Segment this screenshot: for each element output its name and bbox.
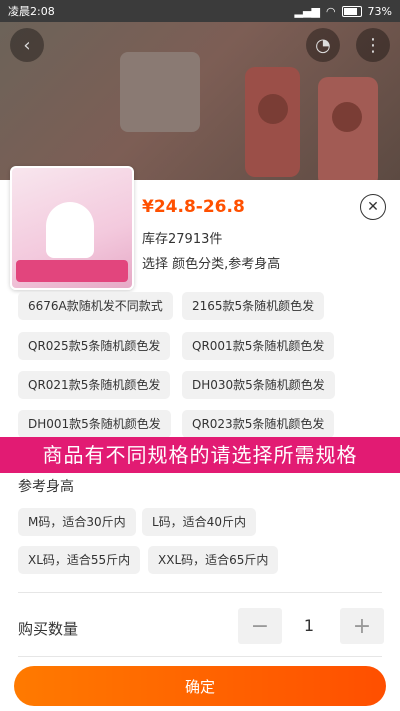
size-section-title: 参考身高 bbox=[18, 479, 74, 495]
back-button[interactable]: ‹ bbox=[10, 28, 44, 62]
battery-percent: 73% bbox=[367, 4, 392, 18]
color-option[interactable]: QR025款5条随机颜色发 bbox=[18, 332, 171, 360]
status-time: 凌晨2:08 bbox=[8, 5, 55, 18]
status-bar: 凌晨2:08 ▂▄▆ ◠ 73% bbox=[0, 0, 400, 22]
size-option[interactable]: XL码，适合55斤内 bbox=[18, 546, 141, 574]
cart-button[interactable]: ◔ bbox=[306, 28, 340, 62]
size-option[interactable]: XXL码，适合65斤内 bbox=[148, 546, 279, 574]
quantity-value[interactable]: 1 bbox=[294, 616, 324, 635]
close-icon: ✕ bbox=[367, 199, 379, 215]
spec-notice-banner: 商品有不同规格的请选择所需规格 bbox=[0, 437, 400, 473]
color-option[interactable]: DH030款5条随机颜色发 bbox=[182, 371, 335, 399]
color-option[interactable]: QR021款5条随机颜色发 bbox=[18, 371, 171, 399]
wifi-icon: ◠ bbox=[325, 4, 336, 18]
select-hint: 选择 颜色分类,参考身高 bbox=[142, 257, 281, 272]
hero-shape bbox=[318, 77, 378, 187]
size-option[interactable]: L码，适合40斤内 bbox=[142, 508, 256, 536]
price-range: ¥24.8-26.8 bbox=[142, 197, 245, 217]
more-button[interactable]: ⋮ bbox=[356, 28, 390, 62]
thumbnail-shape bbox=[16, 260, 128, 282]
close-button[interactable]: ✕ bbox=[360, 194, 386, 220]
product-hero-image: ‹ ◔ ⋮ bbox=[0, 22, 400, 187]
color-option[interactable]: 6676A款随机发不同款式 bbox=[18, 292, 173, 320]
status-icons: ▂▄▆ ◠ 73% bbox=[295, 5, 392, 18]
confirm-button[interactable]: 确定 bbox=[14, 666, 386, 706]
hero-shape bbox=[120, 52, 200, 132]
divider bbox=[18, 592, 382, 593]
chevron-left-icon: ‹ bbox=[23, 34, 31, 56]
cart-icon: ◔ bbox=[315, 34, 331, 56]
product-thumbnail bbox=[10, 166, 134, 290]
minus-icon: − bbox=[250, 613, 270, 639]
battery-icon bbox=[341, 5, 362, 17]
quantity-increase-button[interactable]: + bbox=[340, 608, 384, 644]
signal-icon: ▂▄▆ bbox=[294, 4, 320, 18]
color-option[interactable]: QR001款5条随机颜色发 bbox=[182, 332, 335, 360]
hero-shape bbox=[258, 94, 288, 124]
quantity-decrease-button[interactable]: − bbox=[238, 608, 282, 644]
hero-shape bbox=[332, 102, 362, 132]
more-icon: ⋮ bbox=[364, 34, 382, 56]
thumbnail-shape bbox=[46, 202, 94, 258]
stock-count: 库存27913件 bbox=[142, 232, 223, 247]
color-option[interactable]: DH001款5条随机颜色发 bbox=[18, 410, 171, 438]
plus-icon: + bbox=[352, 613, 372, 639]
size-option[interactable]: M码，适合30斤内 bbox=[18, 508, 136, 536]
color-option[interactable]: 2165款5条随机颜色发 bbox=[182, 292, 325, 320]
quantity-label: 购买数量 bbox=[18, 620, 79, 638]
color-option[interactable]: QR023款5条随机颜色发 bbox=[182, 410, 335, 438]
divider bbox=[18, 656, 382, 657]
